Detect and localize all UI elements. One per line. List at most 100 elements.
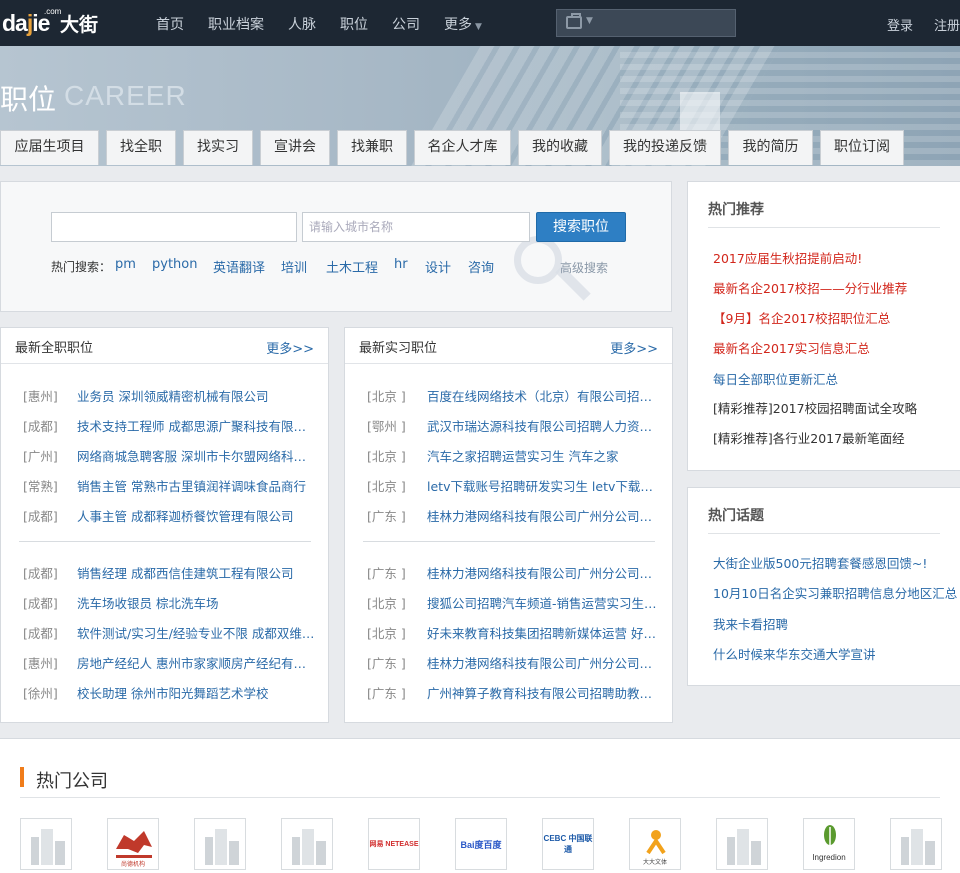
recommend-link[interactable]: 每日全部职位更新汇总 [713, 369, 838, 388]
list-item: [鄂州 ] 武汉市瑞达源科技有限公司招聘人力资源实习生 [345, 416, 672, 438]
divider [363, 541, 655, 542]
nav-more[interactable]: 更多 ▼ [444, 14, 482, 34]
company-logo[interactable]: CEBC 中国联通 [542, 818, 594, 870]
hot-keyword[interactable]: hr [394, 257, 408, 272]
job-link[interactable]: 百度在线网络技术（北京）有限公司招聘实习生 [427, 386, 659, 405]
hot-search-label: 热门搜索： [51, 260, 112, 274]
job-link[interactable]: 汽车之家招聘运营实习生 汽车之家 [427, 446, 659, 465]
building-placeholder-icon [286, 823, 328, 865]
recommend-link[interactable]: 2017应届生秋招提前启动! [713, 248, 862, 267]
list-item: [成都] 人事主管 成都释迦桥餐饮管理有限公司 [1, 506, 328, 528]
more-link[interactable]: 更多>> [610, 338, 658, 357]
hot-keyword[interactable]: pm [115, 257, 136, 272]
company-logo[interactable]: 尚德机构 [107, 818, 159, 870]
top-search-box[interactable]: ▼ [556, 9, 736, 37]
job-link[interactable]: 武汉市瑞达源科技有限公司招聘人力资源实习生 [427, 416, 659, 435]
tab-fulltime[interactable]: 找全职 [106, 130, 176, 165]
job-link[interactable]: 人事主管 成都释迦桥餐饮管理有限公司 [77, 506, 317, 525]
job-link[interactable]: 广州神算子教育科技有限公司招聘助教实习生 [427, 683, 659, 702]
job-link[interactable]: 桂林力港网络科技有限公司广州分公司招聘实习生 [427, 563, 659, 582]
latest-intern-panel: 最新实习职位 更多>> [北京 ] 百度在线网络技术（北京）有限公司招聘实习生 [… [344, 327, 673, 723]
panel-title: 最新全职职位 [15, 341, 94, 356]
dajie-logo[interactable]: dajie .com 大街 [0, 6, 110, 38]
hot-keyword[interactable]: 培训 [281, 257, 307, 276]
company-logo[interactable]: Bai度百度 [455, 818, 507, 870]
nav-contacts[interactable]: 人脉 [288, 14, 316, 34]
list-item: [北京 ] 搜狐公司招聘汽车频道-销售运营实习生 搜狐公司 [345, 593, 672, 615]
chevron-down-icon[interactable]: ▼ [586, 16, 593, 26]
divider [19, 541, 311, 542]
topic-link[interactable]: 我来卡看招聘 [713, 614, 788, 633]
hot-keyword[interactable]: 咨询 [468, 257, 494, 276]
company-logo-text: Bai度百度 [460, 840, 502, 850]
job-link[interactable]: 软件测试/实习生/经验专业不限 成都双维科技有限公司 [77, 623, 317, 642]
company-logo[interactable] [194, 818, 246, 870]
recommend-link[interactable]: 最新名企2017实习信息汇总 [713, 338, 870, 357]
search-jobs-button[interactable]: 搜索职位 [536, 212, 626, 242]
topic-link[interactable]: 什么时候来华东交通大学宣讲 [713, 644, 876, 663]
hot-topics-panel: 热门话题 大街企业版500元招聘套餐感恩回馈~! 10月10日名企实习兼职招聘信… [687, 487, 960, 686]
list-item: [北京 ] 汽车之家招聘运营实习生 汽车之家 [345, 446, 672, 468]
job-link[interactable]: 桂林力港网络科技有限公司广州分公司招聘实习生 [427, 506, 659, 525]
tab-campus-talk[interactable]: 宣讲会 [260, 130, 330, 165]
company-logo[interactable]: Ingredion [803, 818, 855, 870]
tab-application-feedback[interactable]: 我的投递反馈 [609, 130, 721, 165]
logo-cn: 大街 [60, 14, 99, 36]
recommend-link[interactable]: 【9月】名企2017校招职位汇总 [713, 308, 890, 327]
banner-subtitle: CAREER [64, 80, 187, 111]
recommend-link[interactable]: [精彩推荐]各行业2017最新笔面经 [713, 428, 905, 447]
job-link[interactable]: 校长助理 徐州市阳光舞蹈艺术学校 [77, 683, 317, 702]
tab-favorites[interactable]: 我的收藏 [518, 130, 602, 165]
list-item: [惠州] 房地产经纪人 惠州市家家顺房产经纪有限公司 [1, 653, 328, 675]
topic-link[interactable]: 10月10日名企实习兼职招聘信息分地区汇总 [713, 583, 957, 602]
hot-keyword[interactable]: python [152, 257, 197, 272]
hot-keyword[interactable]: 英语翻译 [213, 257, 265, 276]
job-city: [广州] [23, 449, 58, 464]
list-item: [北京 ] 百度在线网络技术（北京）有限公司招聘实习生 [345, 386, 672, 408]
job-link[interactable]: 网络商城急聘客服 深圳市卡尔盟网络科技有限公司 [77, 446, 317, 465]
more-link[interactable]: 更多>> [266, 338, 314, 357]
banner-title: 职位 [0, 83, 57, 116]
keyword-input[interactable] [51, 212, 297, 242]
company-logo[interactable] [20, 818, 72, 870]
job-city: [北京 ] [367, 479, 406, 494]
briefcase-icon[interactable] [566, 13, 582, 29]
advanced-search-link[interactable]: 高级搜索 [560, 259, 608, 276]
job-link[interactable]: 好未来教育科技集团招聘新媒体运营 好未来教育 [427, 623, 659, 642]
login-link[interactable]: 登录 [887, 15, 913, 34]
job-link[interactable]: 销售经理 成都西信佳建筑工程有限公司 [77, 563, 317, 582]
company-logo[interactable] [890, 818, 942, 870]
job-city: [广东 ] [367, 509, 406, 524]
hot-keyword[interactable]: 土木工程 [326, 257, 378, 276]
tab-parttime[interactable]: 找兼职 [337, 130, 407, 165]
topic-link[interactable]: 大街企业版500元招聘套餐感恩回馈~! [713, 553, 927, 572]
job-link[interactable]: 搜狐公司招聘汽车频道-销售运营实习生 搜狐公司 [427, 593, 659, 612]
job-link[interactable]: 洗车场收银员 棕北洗车场 [77, 593, 317, 612]
recommend-link[interactable]: [精彩推荐]2017校园招聘面试全攻略 [713, 398, 917, 417]
city-input[interactable]: 请输入城市名称 [302, 212, 530, 242]
recommend-link[interactable]: 最新名企2017校招——分行业推荐 [713, 278, 907, 297]
job-link[interactable]: 房地产经纪人 惠州市家家顺房产经纪有限公司 [77, 653, 317, 672]
company-logo[interactable]: 大大文体 [629, 818, 681, 870]
company-logo[interactable]: 网易 NETEASE [368, 818, 420, 870]
tab-graduate-program[interactable]: 应届生项目 [0, 130, 99, 165]
nav-jobs[interactable]: 职位 [340, 14, 368, 34]
hot-keyword[interactable]: 设计 [425, 257, 451, 276]
job-link[interactable]: letv下载账号招聘研发实习生 letv下载账号 [427, 476, 659, 495]
job-city: [鄂州 ] [367, 419, 406, 434]
register-link[interactable]: 注册 [934, 15, 960, 34]
job-link[interactable]: 技术支持工程师 成都思源广聚科技有限公司 [77, 416, 317, 435]
tab-internship[interactable]: 找实习 [183, 130, 253, 165]
nav-home[interactable]: 首页 [156, 14, 184, 34]
company-logo[interactable] [716, 818, 768, 870]
tab-job-subscription[interactable]: 职位订阅 [820, 130, 904, 165]
panel-title: 最新实习职位 [359, 341, 438, 356]
company-logo[interactable] [281, 818, 333, 870]
job-link[interactable]: 桂林力港网络科技有限公司广州分公司招聘实习生 [427, 653, 659, 672]
job-link[interactable]: 销售主管 常熟市古里镇润祥调味食品商行 [77, 476, 317, 495]
nav-companies[interactable]: 公司 [392, 14, 420, 34]
nav-career-profile[interactable]: 职业档案 [208, 14, 264, 34]
job-link[interactable]: 业务员 深圳领威精密机械有限公司 [77, 386, 317, 405]
tab-talent-pool[interactable]: 名企人才库 [414, 130, 511, 165]
tab-resume[interactable]: 我的简历 [728, 130, 813, 165]
